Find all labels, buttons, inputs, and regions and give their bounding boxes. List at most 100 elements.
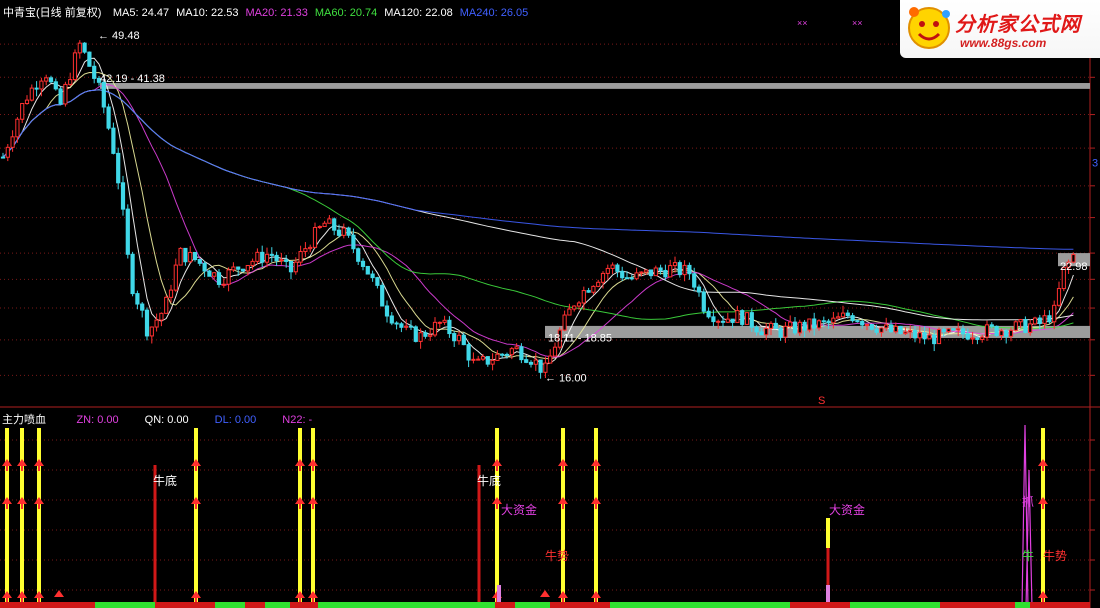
candle-body (912, 330, 918, 339)
ma-line-ma5 (2, 57, 1074, 365)
up-arrow-icon (591, 591, 601, 598)
candle-body (476, 358, 481, 361)
trend-strip-segment (0, 602, 40, 608)
candle-body (850, 315, 855, 322)
candle-body (447, 319, 452, 335)
candle-body (716, 320, 721, 323)
candle-body (92, 65, 97, 79)
candle-body (418, 332, 423, 342)
trend-strip-segment (495, 602, 515, 608)
candle-body (394, 322, 399, 325)
candle-body (384, 305, 390, 317)
candle-body (783, 325, 788, 338)
candle-body (356, 248, 361, 262)
candle-body (466, 344, 471, 361)
indicator-legend-item: ZN: 0.00 (76, 414, 119, 426)
candle-body (20, 103, 25, 120)
indicator-legend: 主力喷血 ZN: 0.00 QN: 0.00 DL: 0.00 N22: - (2, 410, 312, 428)
signal-bar (20, 428, 24, 608)
candle-body (749, 312, 754, 328)
candle-body (797, 321, 802, 334)
signal-bar (1041, 428, 1045, 608)
candle-body (68, 79, 73, 85)
candle-body (792, 321, 798, 334)
candle-body (336, 229, 342, 236)
candle-body (730, 318, 735, 323)
candle-body (725, 318, 730, 323)
candle-body (1032, 317, 1038, 325)
candle-body (428, 334, 433, 337)
right-axis-label: 3 (1092, 157, 1098, 169)
candle-body (341, 227, 346, 236)
candle-body (706, 310, 711, 318)
candle-body (538, 359, 543, 373)
up-arrow-icon (2, 591, 12, 598)
candle-body (360, 260, 366, 267)
candle-body (879, 327, 884, 333)
spike-line (1025, 469, 1033, 608)
candle-body (255, 251, 260, 262)
candle-body (989, 324, 994, 327)
candle-body (490, 359, 495, 365)
candle-body (504, 353, 510, 356)
ma-line-ma60 (2, 89, 1074, 329)
candle-body (15, 118, 20, 138)
candle-body (735, 310, 740, 323)
candle-body (288, 260, 294, 273)
candle-body (29, 87, 34, 101)
candle-body (543, 362, 548, 373)
candle-body (216, 272, 222, 285)
signal-label: 牛底 (153, 473, 177, 488)
price-annotation: 18.11 - 18.85 (548, 333, 612, 345)
candle-body (639, 271, 644, 274)
candle-body (308, 246, 313, 250)
candle-body (648, 269, 654, 277)
candle-body (610, 264, 615, 269)
candle-body (869, 324, 874, 330)
candle-body (624, 277, 630, 280)
candle-body (932, 334, 937, 345)
candle-body (269, 253, 274, 256)
trend-strip-segment (550, 602, 610, 608)
candle-body (711, 316, 716, 323)
trend-strip-segment (1030, 602, 1090, 608)
candle-body (178, 247, 183, 266)
candle-body (87, 51, 92, 67)
up-arrow-icon (54, 590, 64, 597)
candle-body (615, 264, 620, 272)
candle-body (24, 99, 30, 105)
candle-body (1042, 315, 1047, 324)
up-arrow-icon (295, 591, 305, 598)
candle-body (351, 234, 356, 250)
candle-body (692, 273, 697, 288)
up-arrow-icon (191, 459, 201, 466)
candle-body (44, 77, 49, 82)
cross-marker-icon: ×× (852, 18, 863, 28)
candle-body (576, 302, 582, 307)
candle-body (567, 308, 572, 316)
up-arrow-icon (191, 591, 201, 598)
candle-body (456, 334, 462, 342)
candle-body (893, 325, 898, 333)
up-arrow-icon (34, 591, 44, 598)
candle-body (1008, 329, 1014, 337)
candle-body (946, 328, 951, 333)
up-arrow-icon (34, 459, 44, 466)
candle-body (802, 321, 807, 331)
candle-body (111, 127, 116, 154)
trend-strip-segment (95, 602, 155, 608)
ma-legend-item: MA120: 22.08 (384, 7, 453, 19)
candle-body (207, 270, 212, 277)
candle-body (240, 268, 246, 272)
candle-body (365, 265, 370, 275)
candle-body (485, 356, 490, 365)
candle-body (605, 267, 610, 274)
candle-body (898, 325, 903, 335)
main-chart-title: 中青宝(日线 前复权) (3, 7, 102, 19)
candle-body (586, 290, 591, 293)
price-annotation: ← 16.00 (545, 372, 587, 384)
candle-body (1037, 317, 1042, 324)
brand-name: 分析家公式网 (955, 14, 1081, 36)
candle-body (140, 303, 145, 311)
candle-body (788, 321, 793, 327)
